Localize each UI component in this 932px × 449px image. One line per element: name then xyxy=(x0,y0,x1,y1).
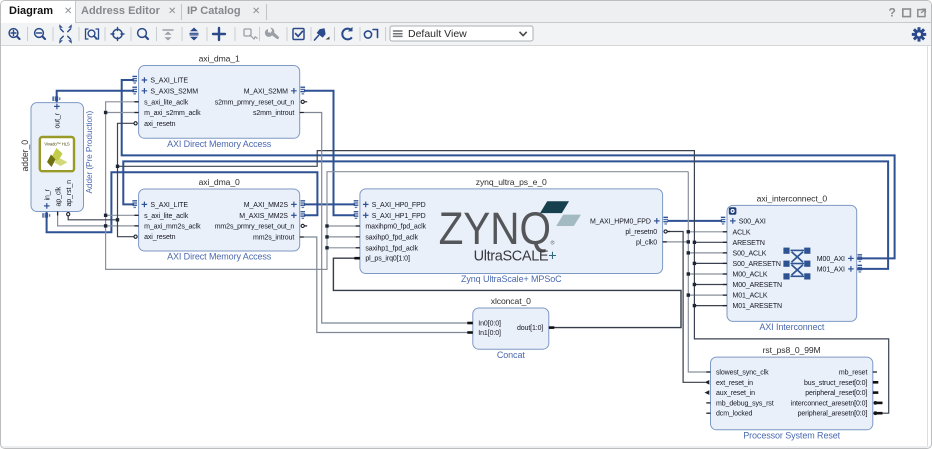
svg-text:out_r: out_r xyxy=(55,112,62,128)
svg-text:ap_clk: ap_clk xyxy=(56,186,63,206)
svg-text:adder_0: adder_0 xyxy=(20,140,30,172)
svg-text:AXI Direct Memory Access: AXI Direct Memory Access xyxy=(167,139,272,149)
svg-text:axi_resetn: axi_resetn xyxy=(144,121,176,128)
svg-text:s2mm_prmry_reset_out_n: s2mm_prmry_reset_out_n xyxy=(215,99,295,106)
svg-text:s_axi_lite_aclk: s_axi_lite_aclk xyxy=(144,99,189,106)
svg-text:axi_dma_1: axi_dma_1 xyxy=(199,54,240,64)
svg-text:m_axi_mm2s_aclk: m_axi_mm2s_aclk xyxy=(144,223,201,230)
svg-text:aux_reset_in: aux_reset_in xyxy=(716,390,755,397)
svg-text:mb_debug_sys_rst: mb_debug_sys_rst xyxy=(716,400,774,407)
svg-text:saxihp1_fpd_aclk: saxihp1_fpd_aclk xyxy=(365,245,418,252)
svg-text:mm2s_introut: mm2s_introut xyxy=(253,235,294,242)
svg-text:M_AXI_HPM0_FPD: M_AXI_HPM0_FPD xyxy=(590,218,651,225)
svg-text:M_AXIS_MM2S: M_AXIS_MM2S xyxy=(239,213,288,220)
svg-text:bus_struct_reset[0:0]: bus_struct_reset[0:0] xyxy=(804,380,867,387)
svg-text:In1[0:0]: In1[0:0] xyxy=(478,330,501,337)
svg-text:pl_resetn0: pl_resetn0 xyxy=(625,229,657,236)
svg-text:mb_reset: mb_reset xyxy=(839,370,868,377)
svg-text:slowest_sync_clk: slowest_sync_clk xyxy=(716,370,769,377)
svg-text:M00_ARESETN: M00_ARESETN xyxy=(733,282,783,289)
svg-text:M00_AXI: M00_AXI xyxy=(817,256,845,263)
svg-text:saxihp0_fpd_aclk: saxihp0_fpd_aclk xyxy=(365,234,418,241)
svg-text:M_AXI_S2MM: M_AXI_S2MM xyxy=(244,88,288,95)
svg-text:S_AXIS_S2MM: S_AXIS_S2MM xyxy=(150,88,198,95)
svg-text:s_axi_lite_aclk: s_axi_lite_aclk xyxy=(144,213,189,220)
svg-text:maxihpm0_fpd_aclk: maxihpm0_fpd_aclk xyxy=(365,224,426,231)
svg-text:dout[1:0]: dout[1:0] xyxy=(517,325,543,332)
svg-text:peripheral_aresetn[0:0]: peripheral_aresetn[0:0] xyxy=(798,411,868,418)
svg-text:ext_reset_in: ext_reset_in xyxy=(716,380,753,387)
svg-text:ARESETN: ARESETN xyxy=(733,240,765,247)
svg-text:mm2s_prmry_reset_out_n: mm2s_prmry_reset_out_n xyxy=(215,223,295,230)
svg-text:pl_clk0: pl_clk0 xyxy=(636,239,657,246)
svg-text:M00_ACLK: M00_ACLK xyxy=(733,272,768,279)
svg-text:Vivado™ HLS: Vivado™ HLS xyxy=(44,142,69,147)
svg-text:S00_ACLK: S00_ACLK xyxy=(733,250,767,257)
svg-text:S_AXI_HP0_FPD: S_AXI_HP0_FPD xyxy=(372,202,426,209)
svg-text:dcm_locked: dcm_locked xyxy=(716,411,753,418)
svg-text:AXI Interconnect: AXI Interconnect xyxy=(759,322,825,332)
svg-text:Processor System Reset: Processor System Reset xyxy=(743,430,840,440)
svg-text:S_AXI_LITE: S_AXI_LITE xyxy=(150,202,188,209)
svg-text:Zynq UltraScale+ MPSoC: Zynq UltraScale+ MPSoC xyxy=(461,274,562,284)
svg-text:in_r: in_r xyxy=(45,188,52,200)
svg-text:S_AXI_HP1_FPD: S_AXI_HP1_FPD xyxy=(372,213,426,220)
svg-text:zynq_ultra_ps_e_0: zynq_ultra_ps_e_0 xyxy=(476,177,547,187)
svg-text:axi_dma_0: axi_dma_0 xyxy=(199,177,240,187)
svg-text:Concat: Concat xyxy=(497,350,526,360)
svg-text:M01_AXI: M01_AXI xyxy=(817,266,845,273)
svg-text:M01_ARESETN: M01_ARESETN xyxy=(733,303,783,310)
svg-text:axi_interconnect_0: axi_interconnect_0 xyxy=(757,193,828,203)
svg-text:®: ® xyxy=(551,240,555,247)
svg-text:UltraSCALE+: UltraSCALE+ xyxy=(474,249,557,265)
svg-text:ACLK: ACLK xyxy=(733,229,751,236)
svg-text:peripheral_reset[0:0]: peripheral_reset[0:0] xyxy=(805,390,867,397)
svg-text:AXI Direct Memory Access: AXI Direct Memory Access xyxy=(167,252,272,262)
svg-text:Adder (Pre Production): Adder (Pre Production) xyxy=(84,111,94,194)
svg-text:m_axi_s2mm_aclk: m_axi_s2mm_aclk xyxy=(144,110,201,117)
svg-text:xlconcat_0: xlconcat_0 xyxy=(491,296,531,306)
svg-text:axi_resetn: axi_resetn xyxy=(144,234,176,241)
svg-text:rst_ps8_0_99M: rst_ps8_0_99M xyxy=(763,345,821,355)
svg-text:pl_ps_irq0[1:0]: pl_ps_irq0[1:0] xyxy=(365,256,410,263)
svg-text:S_AXI_LITE: S_AXI_LITE xyxy=(150,78,188,85)
svg-text:M_AXI_MM2S: M_AXI_MM2S xyxy=(244,202,289,209)
svg-text:S00_ARESETN: S00_ARESETN xyxy=(733,261,781,268)
svg-text:S00_AXI: S00_AXI xyxy=(739,218,766,225)
svg-text:ap_rst_n: ap_rst_n xyxy=(66,180,73,207)
svg-text:ZYNQ: ZYNQ xyxy=(439,204,551,254)
svg-text:s2mm_introut: s2mm_introut xyxy=(253,110,294,117)
svg-text:In0[0:0]: In0[0:0] xyxy=(478,321,501,328)
svg-text:interconnect_aresetn[0:0]: interconnect_aresetn[0:0] xyxy=(791,400,868,407)
svg-text:M01_ACLK: M01_ACLK xyxy=(733,293,768,300)
